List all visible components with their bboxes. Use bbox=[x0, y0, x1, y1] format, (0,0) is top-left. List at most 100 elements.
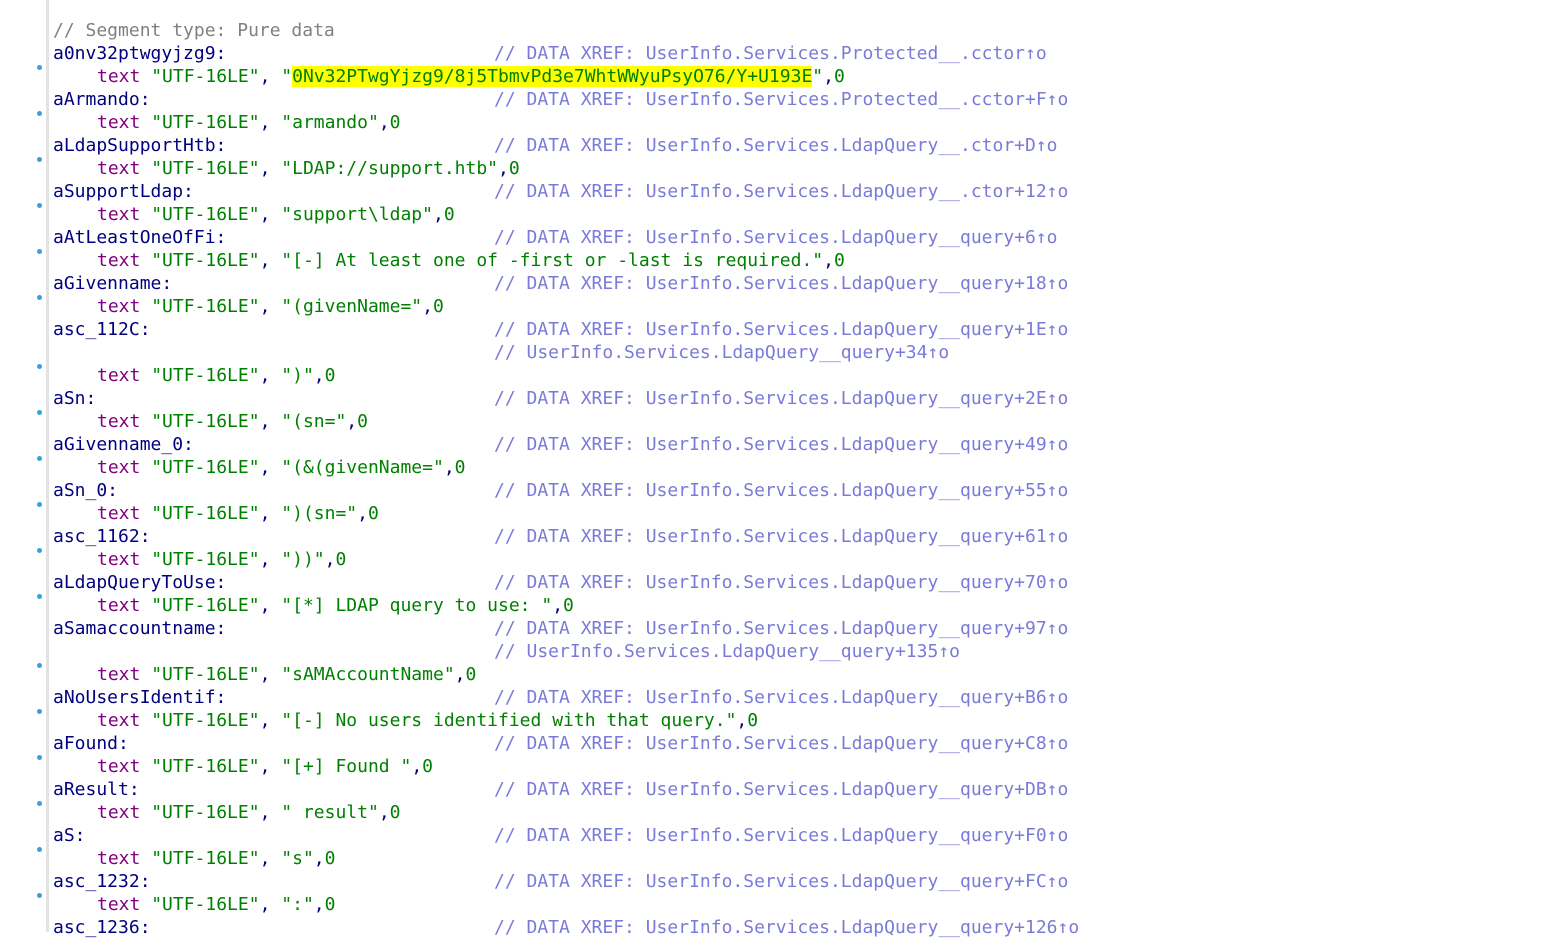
text-directive-row[interactable]: text "UTF-16LE", "armando",0 bbox=[0, 111, 1545, 134]
xref-comment[interactable]: // DATA XREF: UserInfo.Services.LdapQuer… bbox=[494, 870, 1068, 893]
label-row[interactable]: a0nv32ptwgyjzg9: // DATA XREF: UserInfo.S… bbox=[0, 42, 1545, 65]
data-label[interactable]: asc_1236: bbox=[53, 916, 151, 939]
data-label[interactable]: aNoUsersIdentif: bbox=[53, 686, 226, 709]
xref-comment[interactable]: // DATA XREF: UserInfo.Services.LdapQuer… bbox=[494, 916, 1079, 939]
data-label[interactable]: aS: bbox=[53, 824, 86, 847]
xref-comment[interactable]: // DATA XREF: UserInfo.Services.LdapQuer… bbox=[494, 318, 1068, 341]
string-literal[interactable]: ")" bbox=[281, 365, 314, 386]
text-directive-row[interactable]: text "UTF-16LE", " result",0 bbox=[0, 801, 1545, 824]
data-label[interactable]: asc_1162: bbox=[53, 525, 151, 548]
data-label[interactable]: aSupportLdap: bbox=[53, 180, 194, 203]
string-literal[interactable]: "[-] No users identified with that query… bbox=[281, 710, 736, 731]
label-row[interactable]: aResult: // DATA XREF: UserInfo.Services.… bbox=[0, 778, 1545, 801]
string-literal[interactable]: ")(sn=" bbox=[281, 503, 357, 524]
text-directive-row[interactable]: text "UTF-16LE", "[-] No users identifie… bbox=[0, 709, 1545, 732]
string-literal[interactable]: "sAMAccountName" bbox=[281, 664, 454, 685]
label-row[interactable]: aSamaccountname: // DATA XREF: UserInfo.S… bbox=[0, 617, 1545, 640]
label-row[interactable]: aFound: // DATA XREF: UserInfo.Services.L… bbox=[0, 732, 1545, 755]
label-row[interactable]: aSn_0: // DATA XREF: UserInfo.Services.Ld… bbox=[0, 479, 1545, 502]
text-directive-row[interactable]: text "UTF-16LE", "s",0 bbox=[0, 847, 1545, 870]
data-label[interactable]: aAtLeastOneOfFi: bbox=[53, 226, 226, 249]
xref-comment[interactable]: // DATA XREF: UserInfo.Services.LdapQuer… bbox=[494, 134, 1058, 157]
encoding-string: "UTF-16LE" bbox=[151, 457, 260, 478]
text-directive-row[interactable]: text "UTF-16LE", "[+] Found ",0 bbox=[0, 755, 1545, 778]
text-directive: text "UTF-16LE", "[+] Found ",0 bbox=[97, 756, 433, 777]
string-literal[interactable]: "[+] Found " bbox=[281, 756, 411, 777]
xref-comment[interactable]: // DATA XREF: UserInfo.Services.LdapQuer… bbox=[494, 433, 1068, 456]
xref-comment[interactable]: // UserInfo.Services.LdapQuery__query+34… bbox=[494, 341, 949, 364]
string-literal[interactable]: "s" bbox=[281, 848, 314, 869]
text-directive-row[interactable]: text "UTF-16LE", "))",0 bbox=[0, 548, 1545, 571]
text-directive-row[interactable]: text "UTF-16LE", "support\ldap",0 bbox=[0, 203, 1545, 226]
xref-comment[interactable]: // DATA XREF: UserInfo.Services.LdapQuer… bbox=[494, 778, 1068, 801]
label-row[interactable]: aNoUsersIdentif: // DATA XREF: UserInfo.S… bbox=[0, 686, 1545, 709]
label-row[interactable]: asc_1236: // DATA XREF: UserInfo.Services… bbox=[0, 916, 1545, 939]
xref-comment[interactable]: // DATA XREF: UserInfo.Services.LdapQuer… bbox=[494, 387, 1068, 410]
string-literal[interactable]: ":" bbox=[281, 894, 314, 915]
xref-comment[interactable]: // DATA XREF: UserInfo.Services.LdapQuer… bbox=[494, 571, 1068, 594]
string-literal[interactable]: "support\ldap" bbox=[281, 204, 433, 225]
data-label[interactable]: aSn_0: bbox=[53, 479, 118, 502]
text-directive-row[interactable]: text "UTF-16LE", ")",0 bbox=[0, 364, 1545, 387]
string-literal[interactable]: "[*] LDAP query to use: " bbox=[281, 595, 552, 616]
label-row[interactable]: aLdapQueryToUse: // DATA XREF: UserInfo.S… bbox=[0, 571, 1545, 594]
label-row[interactable]: aGivenname: // DATA XREF: UserInfo.Servic… bbox=[0, 272, 1545, 295]
data-label[interactable]: aResult: bbox=[53, 778, 140, 801]
string-literal[interactable]: "armando" bbox=[281, 112, 379, 133]
text-directive-row[interactable]: text "UTF-16LE", "(givenName=",0 bbox=[0, 295, 1545, 318]
string-literal[interactable]: "(&(givenName=" bbox=[281, 457, 444, 478]
string-literal[interactable]: "))" bbox=[281, 549, 324, 570]
label-row[interactable]: aAtLeastOneOfFi: // DATA XREF: UserInfo.S… bbox=[0, 226, 1545, 249]
data-label[interactable]: aArmando: bbox=[53, 88, 151, 111]
code-marker-dot bbox=[37, 893, 42, 898]
string-literal[interactable]: "0Nv32PTwgYjzg9/8j5TbmvPd3e7WhtWWyuPsyO7… bbox=[281, 66, 823, 87]
xref-comment[interactable]: // DATA XREF: UserInfo.Services.LdapQuer… bbox=[494, 617, 1068, 640]
string-literal[interactable]: "(sn=" bbox=[281, 411, 346, 432]
string-literal[interactable]: " result" bbox=[281, 802, 379, 823]
data-label[interactable]: aGivenname: bbox=[53, 272, 172, 295]
xref-comment[interactable]: // DATA XREF: UserInfo.Services.LdapQuer… bbox=[494, 272, 1068, 295]
data-label[interactable]: aFound: bbox=[53, 732, 129, 755]
text-directive-row[interactable]: text "UTF-16LE", "(&(givenName=",0 bbox=[0, 456, 1545, 479]
xref-comment[interactable]: // DATA XREF: UserInfo.Services.Protecte… bbox=[494, 42, 1047, 65]
string-literal[interactable]: "LDAP://support.htb" bbox=[281, 158, 498, 179]
data-label[interactable]: a0nv32ptwgyjzg9: bbox=[53, 42, 226, 65]
data-label[interactable]: asc_112C: bbox=[53, 318, 151, 341]
xref-comment[interactable]: // DATA XREF: UserInfo.Services.LdapQuer… bbox=[494, 479, 1068, 502]
xref-comment[interactable]: // DATA XREF: UserInfo.Services.LdapQuer… bbox=[494, 732, 1068, 755]
xref-comment[interactable]: // DATA XREF: UserInfo.Services.Protecte… bbox=[494, 88, 1068, 111]
data-label[interactable]: asc_1232: bbox=[53, 870, 151, 893]
xref-comment[interactable]: // DATA XREF: UserInfo.Services.LdapQuer… bbox=[494, 686, 1068, 709]
xref-comment[interactable]: // DATA XREF: UserInfo.Services.LdapQuer… bbox=[494, 226, 1058, 249]
data-label[interactable]: aLdapSupportHtb: bbox=[53, 134, 226, 157]
label-row[interactable]: aLdapSupportHtb: // DATA XREF: UserInfo.S… bbox=[0, 134, 1545, 157]
text-directive-row[interactable]: text "UTF-16LE", "sAMAccountName",0 bbox=[0, 663, 1545, 686]
disassembly-listing[interactable]: // Segment type: Pure data a0nv32ptwgyjz… bbox=[0, 19, 1545, 939]
data-label[interactable]: aSn: bbox=[53, 387, 96, 410]
string-literal[interactable]: "[-] At least one of -first or -last is … bbox=[281, 250, 823, 271]
text-directive-row[interactable]: text "UTF-16LE", "(sn=",0 bbox=[0, 410, 1545, 433]
text-directive-row[interactable]: text "UTF-16LE", ":",0 bbox=[0, 893, 1545, 916]
label-row[interactable]: aS: // DATA XREF: UserInfo.Services.LdapQ… bbox=[0, 824, 1545, 847]
data-label[interactable]: aSamaccountname: bbox=[53, 617, 226, 640]
data-label[interactable]: aGivenname_0: bbox=[53, 433, 194, 456]
xref-comment[interactable]: // UserInfo.Services.LdapQuery__query+13… bbox=[494, 640, 960, 663]
string-literal[interactable]: "(givenName=" bbox=[281, 296, 422, 317]
data-label[interactable]: aLdapQueryToUse: bbox=[53, 571, 226, 594]
label-row[interactable]: asc_112C: // DATA XREF: UserInfo.Services… bbox=[0, 318, 1545, 341]
label-row[interactable]: aArmando: // DATA XREF: UserInfo.Services… bbox=[0, 88, 1545, 111]
label-row[interactable]: aGivenname_0: // DATA XREF: UserInfo.Serv… bbox=[0, 433, 1545, 456]
text-directive-row[interactable]: text "UTF-16LE", ")(sn=",0 bbox=[0, 502, 1545, 525]
xref-comment[interactable]: // DATA XREF: UserInfo.Services.LdapQuer… bbox=[494, 180, 1068, 203]
label-row[interactable]: asc_1232: // DATA XREF: UserInfo.Services… bbox=[0, 870, 1545, 893]
text-directive-row[interactable]: text "UTF-16LE", "0Nv32PTwgYjzg9/8j5Tbmv… bbox=[0, 65, 1545, 88]
text-directive-row[interactable]: text "UTF-16LE", "[-] At least one of -f… bbox=[0, 249, 1545, 272]
text-directive-row[interactable]: text "UTF-16LE", "[*] LDAP query to use:… bbox=[0, 594, 1545, 617]
xref-comment[interactable]: // DATA XREF: UserInfo.Services.LdapQuer… bbox=[494, 824, 1068, 847]
label-row[interactable]: asc_1162: // DATA XREF: UserInfo.Services… bbox=[0, 525, 1545, 548]
label-row[interactable]: aSn: // DATA XREF: UserInfo.Services.Ldap… bbox=[0, 387, 1545, 410]
label-row[interactable]: aSupportLdap: // DATA XREF: UserInfo.Serv… bbox=[0, 180, 1545, 203]
text-directive-row[interactable]: text "UTF-16LE", "LDAP://support.htb",0 bbox=[0, 157, 1545, 180]
highlighted-string[interactable]: 0Nv32PTwgYjzg9/8j5TbmvPd3e7WhtWWyuPsyO76… bbox=[292, 66, 813, 87]
xref-comment[interactable]: // DATA XREF: UserInfo.Services.LdapQuer… bbox=[494, 525, 1068, 548]
